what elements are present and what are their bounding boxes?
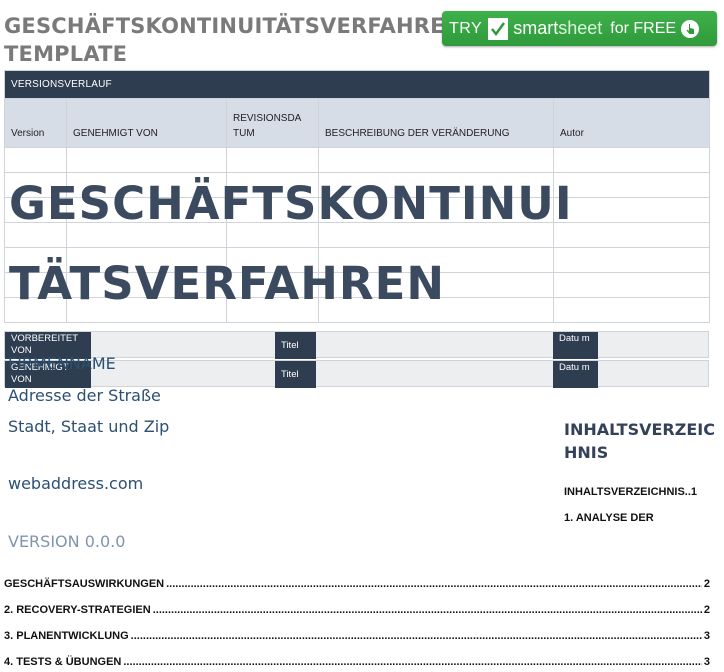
table-cell[interactable] — [4, 222, 67, 248]
toc-entry-page: 2 — [703, 578, 710, 590]
table-cell[interactable] — [66, 297, 227, 323]
toc-entry[interactable]: 4. TESTS & ÜBUNGEN 3 — [4, 656, 710, 668]
check-icon — [488, 17, 509, 40]
toc-entry-label: 2. RECOVERY-STRATEGIEN — [4, 604, 151, 616]
table-cell[interactable] — [318, 197, 554, 223]
table-cell[interactable] — [226, 247, 319, 273]
table-cell[interactable] — [4, 272, 67, 298]
toc-entry-page: 2 — [703, 604, 710, 616]
smartsheet-logo: smartsheet — [513, 18, 603, 38]
toc-leader — [166, 578, 702, 590]
title-label: Titel — [275, 332, 316, 359]
table-cell[interactable] — [552, 197, 711, 223]
column-header-revision-date: REVISIONSDA TUM — [226, 98, 319, 148]
table-cell[interactable] — [318, 172, 554, 198]
date-label: Datu m — [553, 361, 598, 388]
toc-entry-label: GESCHÄFTSAUSWIRKUNGEN — [4, 578, 165, 590]
version-label: VERSION 0.0.0 — [8, 532, 126, 551]
version-history-table: VERSIONSVERLAUF Version GENEHMIGT VON RE… — [3, 70, 711, 323]
version-history-heading: VERSIONSVERLAUF — [3, 70, 711, 99]
try-smartsheet-button[interactable]: TRY smartsheet for FREE — [442, 11, 717, 46]
table-cell[interactable] — [552, 172, 711, 198]
table-cell[interactable] — [552, 147, 711, 173]
table-cell[interactable] — [552, 297, 711, 323]
toc-entry-side[interactable]: 1. ANALYSE DER — [564, 512, 714, 524]
table-row — [4, 272, 711, 298]
toc-entry-label: 4. TESTS & ÜBUNGEN — [4, 656, 122, 668]
company-name: FIRMENNAME — [8, 354, 116, 373]
table-cell[interactable] — [552, 247, 711, 273]
table-cell[interactable] — [226, 197, 319, 223]
toc-entry-label: 3. PLANENTWICKLUNG — [4, 630, 129, 642]
title-label: Titel — [275, 361, 316, 388]
table-row — [4, 197, 711, 223]
table-cell[interactable] — [318, 247, 554, 273]
table-cell[interactable] — [318, 297, 554, 323]
toc-entry[interactable]: 3. PLANENTWICKLUNG 3 — [4, 630, 710, 642]
table-cell[interactable] — [66, 272, 227, 298]
table-cell[interactable] — [66, 197, 227, 223]
company-city: Stadt, Staat und Zip — [8, 417, 170, 436]
toc-entry[interactable]: GESCHÄFTSAUSWIRKUNGEN 2 — [4, 578, 710, 590]
for-free-label: for FREE — [610, 19, 677, 37]
company-address: Adresse der Straße — [8, 386, 161, 405]
table-cell[interactable] — [66, 222, 227, 248]
table-row — [4, 172, 711, 198]
table-row — [4, 147, 711, 173]
table-cell[interactable] — [66, 147, 227, 173]
table-cell[interactable] — [226, 297, 319, 323]
table-cell[interactable] — [226, 172, 319, 198]
table-row — [4, 247, 711, 273]
table-cell[interactable] — [552, 222, 711, 248]
table-row — [4, 297, 711, 323]
table-cell[interactable] — [4, 147, 67, 173]
table-cell[interactable] — [318, 147, 554, 173]
table-cell[interactable] — [226, 147, 319, 173]
toc-leader — [123, 656, 702, 668]
document-title: GESCHÄFTSKONTINUITÄTSVERFAHREN TEMPLATE — [4, 14, 463, 66]
company-web: webaddress.com — [8, 474, 144, 493]
date-label: Datu m — [553, 332, 598, 359]
column-header-author: Autor — [552, 98, 711, 148]
try-label: TRY — [449, 19, 483, 37]
toc-entry-side[interactable]: INHALTSVERZEICHNIS..1 — [564, 486, 714, 498]
toc-leader — [131, 630, 702, 642]
table-cell[interactable] — [4, 172, 67, 198]
toc-entry-page: 3 — [703, 630, 710, 642]
table-cell[interactable] — [66, 247, 227, 273]
table-cell[interactable] — [318, 222, 554, 248]
column-header-version: Version — [4, 98, 67, 148]
toc-heading: INHALTSVERZEIC HNIS — [564, 420, 715, 462]
table-cell[interactable] — [226, 222, 319, 248]
table-row — [4, 222, 711, 248]
table-cell[interactable] — [4, 197, 67, 223]
table-cell[interactable] — [4, 247, 67, 273]
column-header-approved-by: GENEHMIGT VON — [66, 98, 227, 148]
table-cell[interactable] — [66, 172, 227, 198]
table-cell[interactable] — [226, 272, 319, 298]
toc-leader — [153, 604, 702, 616]
table-cell[interactable] — [4, 297, 67, 323]
toc-entry[interactable]: 2. RECOVERY-STRATEGIEN 2 — [4, 604, 710, 616]
pointer-icon — [681, 19, 700, 38]
column-header-description: BESCHREIBUNG DER VERÄNDERUNG — [318, 98, 554, 148]
table-cell[interactable] — [552, 272, 711, 298]
toc-entry-page: 3 — [703, 656, 710, 668]
table-cell[interactable] — [318, 272, 554, 298]
